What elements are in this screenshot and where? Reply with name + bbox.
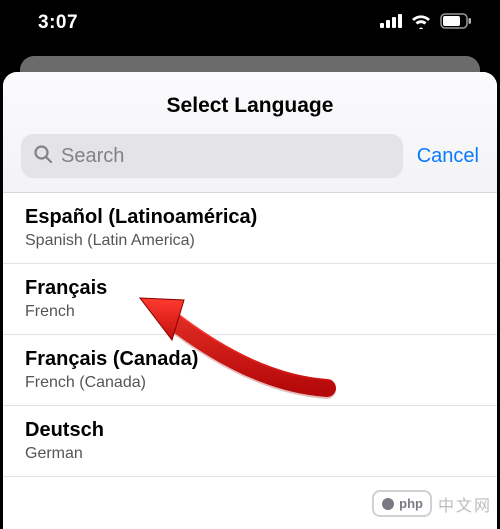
cellular-icon <box>380 14 402 33</box>
cancel-button[interactable]: Cancel <box>417 145 479 168</box>
watermark: php 中文网 <box>372 490 492 517</box>
wifi-icon <box>410 13 432 34</box>
language-sheet: Select Language Search Cancel Español (L… <box>3 72 497 529</box>
language-item-french-ca[interactable]: Français (Canada) French (Canada) <box>3 335 497 406</box>
language-list: Español (Latinoamérica) Spanish (Latin A… <box>3 193 497 477</box>
search-placeholder: Search <box>61 145 124 168</box>
battery-icon <box>440 13 472 34</box>
language-secondary: French <box>25 303 475 321</box>
sheet-header: Select Language Search Cancel <box>3 72 497 193</box>
language-secondary: German <box>25 445 475 463</box>
elephant-icon <box>381 497 395 511</box>
language-primary: Français <box>25 277 475 300</box>
language-secondary: French (Canada) <box>25 374 475 392</box>
language-secondary: Spanish (Latin America) <box>25 232 475 250</box>
search-input[interactable]: Search <box>21 134 403 178</box>
language-primary: Español (Latinoamérica) <box>25 206 475 229</box>
status-icons <box>380 13 472 34</box>
search-row: Search Cancel <box>21 134 479 178</box>
status-time: 3:07 <box>38 12 78 34</box>
watermark-badge-text: php <box>399 496 423 511</box>
status-bar: 3:07 <box>0 0 500 54</box>
language-item-spanish-la[interactable]: Español (Latinoamérica) Spanish (Latin A… <box>3 193 497 264</box>
search-icon <box>33 144 53 169</box>
language-item-german[interactable]: Deutsch German <box>3 406 497 477</box>
page-title: Select Language <box>21 94 479 118</box>
language-item-french[interactable]: Français French <box>3 264 497 335</box>
watermark-badge: php <box>372 490 432 517</box>
language-primary: Deutsch <box>25 419 475 442</box>
language-primary: Français (Canada) <box>25 348 475 371</box>
watermark-text: 中文网 <box>438 492 492 516</box>
